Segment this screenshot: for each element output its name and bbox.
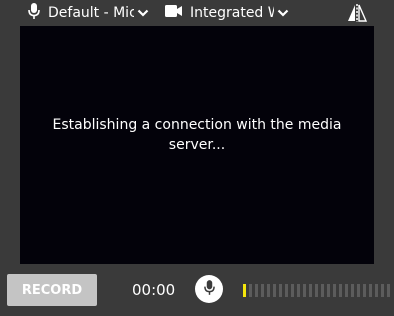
level-segment (291, 284, 294, 297)
level-segment (357, 284, 360, 297)
level-segment (273, 284, 276, 297)
status-line: server... (168, 137, 226, 153)
mirror-icon (345, 4, 369, 26)
level-segment (375, 284, 378, 297)
level-segment (261, 284, 264, 297)
chevron-down-icon (137, 9, 149, 17)
video-camera-icon (165, 5, 182, 21)
microphone-select[interactable]: Default - Microphone (28, 3, 149, 23)
level-segment (267, 284, 270, 297)
level-segment (303, 284, 306, 297)
level-segment (309, 284, 312, 297)
connection-status-message: Establishing a connection with the media… (20, 115, 374, 155)
level-segment (321, 284, 324, 297)
level-segment (285, 284, 288, 297)
device-toolbar: Default - Microphone Integrated Webcam (0, 0, 394, 26)
level-segment (249, 284, 252, 297)
level-segment (315, 284, 318, 297)
level-segment (381, 284, 384, 297)
level-segment (369, 284, 372, 297)
level-segment (327, 284, 330, 297)
level-segment (339, 284, 342, 297)
camera-select-label: Integrated Webcam (190, 5, 274, 21)
level-segment (387, 284, 390, 297)
camera-select[interactable]: Integrated Webcam (165, 3, 289, 23)
microphone-icon (203, 279, 215, 299)
microphone-icon (28, 3, 40, 23)
record-button[interactable]: RECORD (7, 274, 97, 306)
level-segment (297, 284, 300, 297)
level-segment (243, 284, 246, 297)
level-segment (255, 284, 258, 297)
mute-microphone-button[interactable] (195, 275, 223, 303)
level-segment (333, 284, 336, 297)
status-line: Establishing a connection with the media (52, 117, 342, 133)
level-segment (363, 284, 366, 297)
level-segment (345, 284, 348, 297)
microphone-select-label: Default - Microphone (48, 5, 134, 21)
chevron-down-icon (277, 9, 289, 17)
video-recorder: Default - Microphone Integrated Webcam (0, 0, 394, 316)
recording-timer: 00:00 (132, 281, 176, 299)
level-segment (351, 284, 354, 297)
mirror-toggle-button[interactable] (345, 4, 369, 22)
audio-level-meter (243, 284, 393, 297)
level-segment (279, 284, 282, 297)
recording-controls: RECORD 00:00 (0, 264, 394, 316)
video-preview: Establishing a connection with the media… (20, 26, 374, 264)
